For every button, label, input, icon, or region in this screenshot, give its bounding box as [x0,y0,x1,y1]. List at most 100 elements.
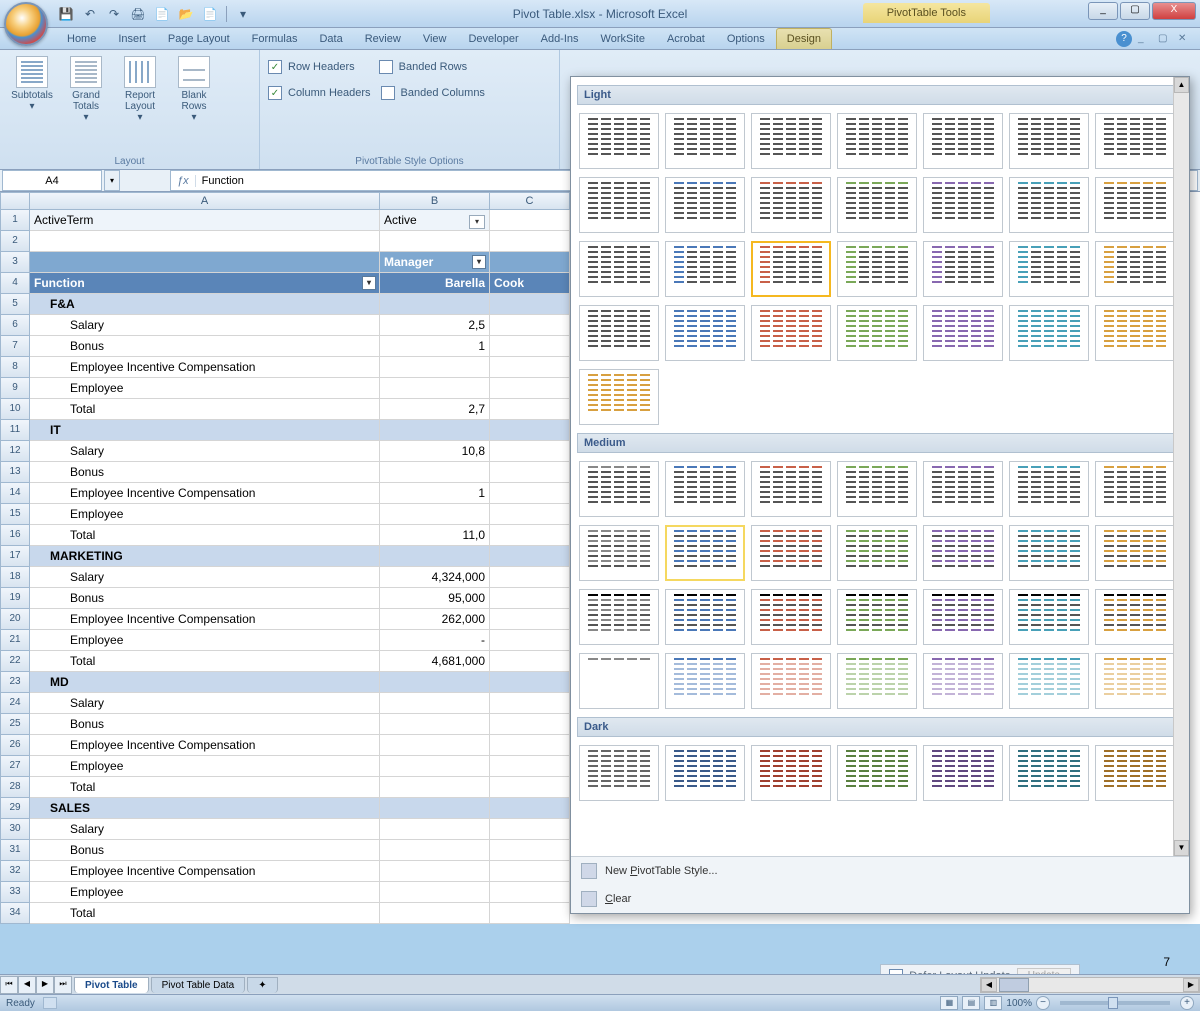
row-header[interactable]: 15 [0,504,30,525]
pivot-row-item[interactable]: Employee [30,504,380,525]
grand-totals-button[interactable]: Grand Totals▾ [62,54,110,123]
style-thumb[interactable] [751,461,831,517]
column-headers-checkbox[interactable]: Column Headers [268,86,371,100]
pivot-value[interactable] [380,462,490,483]
style-thumb[interactable] [579,177,659,233]
cell[interactable] [490,231,570,252]
style-thumb[interactable] [665,525,745,581]
style-thumb[interactable] [837,177,917,233]
style-thumb[interactable] [1095,241,1175,297]
pivot-row-item[interactable]: Employee [30,630,380,651]
qat-print[interactable]: 🖨 [128,5,148,23]
row-header[interactable]: 9 [0,378,30,399]
style-thumb[interactable] [665,177,745,233]
new-sheet-tab[interactable]: ✦ [247,977,277,993]
style-thumb[interactable] [837,653,917,709]
style-thumb[interactable] [751,177,831,233]
row-header[interactable]: 21 [0,630,30,651]
pivot-row-item[interactable]: Employee Incentive Compensation [30,483,380,504]
banded-rows-checkbox[interactable]: Banded Rows [379,60,468,74]
cell[interactable] [490,588,570,609]
cell[interactable] [490,399,570,420]
sheet-tab-pivot-table-data[interactable]: Pivot Table Data [151,977,246,993]
cell[interactable] [490,798,570,819]
style-thumb[interactable] [579,745,659,801]
tab-add-ins[interactable]: Add-Ins [530,28,590,49]
row-header[interactable]: 29 [0,798,30,819]
style-thumb[interactable] [1095,305,1175,361]
style-thumb[interactable] [1095,745,1175,801]
cell[interactable] [30,252,380,273]
style-thumb[interactable] [1009,177,1089,233]
tab-view[interactable]: View [412,28,458,49]
style-thumb[interactable] [579,589,659,645]
pivot-value[interactable]: 11,0 [380,525,490,546]
style-thumb[interactable] [751,305,831,361]
clear-style-menu[interactable]: Clear [571,885,1189,913]
pivot-value[interactable]: 262,000 [380,609,490,630]
row-header[interactable]: 20 [0,609,30,630]
pivot-value[interactable] [380,504,490,525]
macro-record-icon[interactable] [43,997,57,1009]
cell[interactable] [490,882,570,903]
style-thumb[interactable] [665,745,745,801]
cell[interactable] [490,693,570,714]
tab-home[interactable]: Home [56,28,107,49]
pivot-row-item[interactable]: Total [30,399,380,420]
row-header[interactable]: 14 [0,483,30,504]
name-box[interactable]: A4 [2,170,102,191]
cell[interactable] [490,567,570,588]
style-thumb[interactable] [837,461,917,517]
gallery-scroll-area[interactable]: LightMediumDark ▲ ▼ [571,77,1189,856]
pivot-value[interactable]: 95,000 [380,588,490,609]
style-thumb[interactable] [751,113,831,169]
style-thumb[interactable] [1009,305,1089,361]
row-header[interactable]: 32 [0,861,30,882]
pivot-value[interactable] [380,882,490,903]
pivot-group-marketing[interactable]: MARKETING [30,546,380,567]
cell[interactable] [490,357,570,378]
style-thumb[interactable] [837,525,917,581]
style-thumb[interactable] [923,177,1003,233]
hscroll-right[interactable]: ▶ [1183,978,1199,992]
row-header[interactable]: 19 [0,588,30,609]
pivot-row-item[interactable]: Employee [30,882,380,903]
style-thumb[interactable] [1009,589,1089,645]
cell[interactable] [380,420,490,441]
cell[interactable] [490,756,570,777]
pivot-row-item[interactable]: Salary [30,441,380,462]
pivot-row-item[interactable]: Bonus [30,462,380,483]
pivot-row-item[interactable]: Bonus [30,336,380,357]
blank-rows-button[interactable]: Blank Rows▾ [170,54,218,123]
report-filter-label[interactable]: ActiveTerm [30,210,380,231]
zoom-slider-thumb[interactable] [1108,997,1118,1009]
mdi-close[interactable]: ✕ [1178,33,1192,45]
style-thumb[interactable] [1095,525,1175,581]
row-headers-checkbox[interactable]: Row Headers [268,60,355,74]
column-field-dropdown-icon[interactable]: ▾ [472,255,486,269]
style-thumb[interactable] [751,525,831,581]
style-thumb[interactable] [923,113,1003,169]
row-header[interactable]: 27 [0,756,30,777]
tab-insert[interactable]: Insert [107,28,157,49]
pivot-row-item[interactable]: Employee Incentive Compensation [30,735,380,756]
pivot-value[interactable] [380,714,490,735]
style-thumb[interactable] [1095,653,1175,709]
mdi-minimize[interactable]: _ [1138,33,1152,45]
pivot-row-item[interactable]: Employee Incentive Compensation [30,609,380,630]
filter-dropdown-icon[interactable]: ▾ [469,215,485,229]
pivot-value[interactable]: - [380,630,490,651]
style-thumb[interactable] [1095,113,1175,169]
pivot-row-item[interactable]: Salary [30,693,380,714]
pivot-group-md[interactable]: MD [30,672,380,693]
style-thumb[interactable] [837,745,917,801]
pivot-row-item[interactable]: Total [30,903,380,924]
qat-new[interactable]: 📄 [200,5,220,23]
row-header[interactable]: 10 [0,399,30,420]
pivot-row-item[interactable]: Bonus [30,714,380,735]
pivot-group-sales[interactable]: SALES [30,798,380,819]
pivot-value[interactable]: 1 [380,336,490,357]
cell[interactable] [490,903,570,924]
style-thumb[interactable] [923,745,1003,801]
cell[interactable] [490,441,570,462]
